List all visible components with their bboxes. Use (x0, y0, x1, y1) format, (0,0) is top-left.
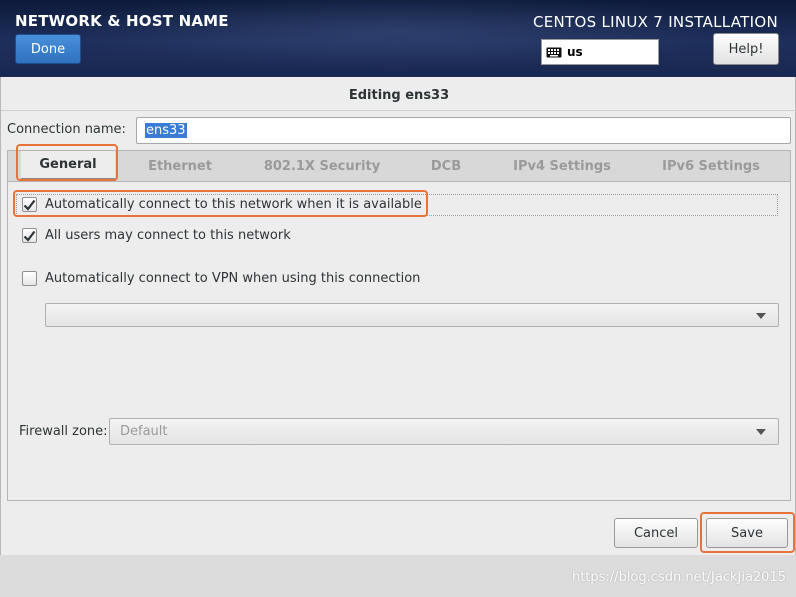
chevron-down-icon (756, 313, 766, 319)
general-tab-panel: Automatically connect to this network wh… (7, 181, 791, 501)
tab-bar: General Ethernet 802.1X Security DCB IPv… (7, 150, 791, 181)
connection-name-value: ens33 (145, 123, 187, 138)
vpn-row[interactable]: Automatically connect to VPN when using … (22, 271, 420, 286)
keyboard-layout-label: us (567, 45, 583, 59)
chevron-down-icon (756, 429, 766, 435)
all-users-checkbox[interactable] (22, 228, 37, 243)
cancel-button[interactable]: Cancel (614, 518, 698, 548)
vpn-checkbox[interactable] (22, 271, 37, 286)
tab-8021x-security[interactable]: 802.1X Security (248, 151, 396, 181)
connection-name-input[interactable]: ens33 (136, 117, 791, 144)
firewall-zone-value: Default (120, 424, 168, 439)
general-tab-highlight (16, 144, 118, 181)
firewall-zone-select[interactable]: Default (109, 418, 779, 445)
done-button[interactable]: Done (15, 34, 81, 64)
dialog-title: Editing ens33 (348, 88, 450, 103)
connection-name-label: Connection name: (7, 122, 126, 137)
all-users-label: All users may connect to this network (45, 228, 291, 243)
auto-connect-highlight (13, 190, 428, 217)
tab-ipv6-settings[interactable]: IPv6 Settings (646, 151, 776, 181)
help-button[interactable]: Help! (713, 33, 779, 65)
all-users-row[interactable]: All users may connect to this network (22, 228, 291, 243)
tab-ethernet[interactable]: Ethernet (134, 151, 226, 181)
keyboard-layout-indicator[interactable]: us (541, 39, 659, 65)
vpn-label: Automatically connect to VPN when using … (45, 271, 421, 286)
product-title: CENTOS LINUX 7 INSTALLATION (532, 13, 778, 31)
title-divider (1, 110, 796, 111)
firewall-zone-label: Firewall zone: (19, 424, 108, 439)
vpn-select[interactable] (45, 303, 779, 327)
tab-ipv4-settings[interactable]: IPv4 Settings (498, 151, 626, 181)
tab-dcb[interactable]: DCB (414, 151, 478, 181)
top-bar: NETWORK & HOST NAME Done CENTOS LINUX 7 … (0, 0, 796, 77)
watermark: https://blog.csdn.net/JackJia2015 (571, 570, 786, 585)
keyboard-icon (546, 47, 562, 57)
edit-connection-dialog: Editing ens33 Connection name: ens33 Gen… (0, 77, 796, 555)
checkmark-icon (23, 230, 36, 242)
save-button-highlight (700, 512, 795, 553)
page-title: NETWORK & HOST NAME (15, 12, 229, 30)
